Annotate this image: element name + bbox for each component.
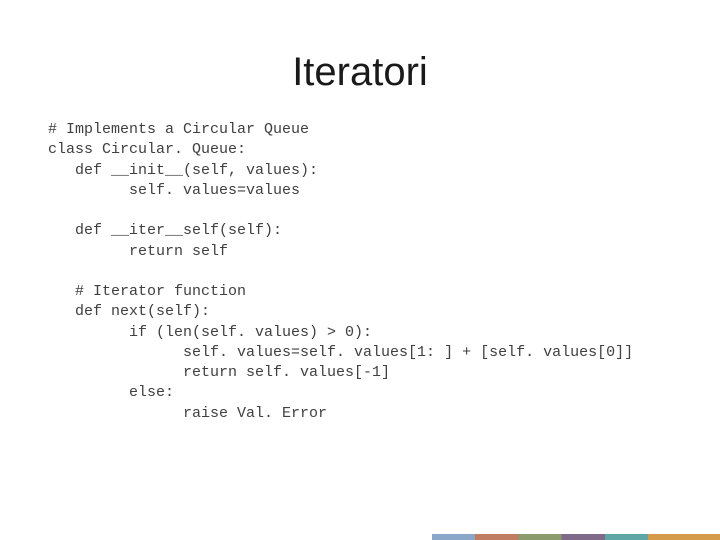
slide-title: Iteratori — [0, 50, 720, 95]
code-block: # Implements a Circular Queue class Circ… — [48, 120, 633, 424]
bottom-color-stripe — [0, 534, 720, 540]
slide: Iteratori # Implements a Circular Queue … — [0, 0, 720, 540]
